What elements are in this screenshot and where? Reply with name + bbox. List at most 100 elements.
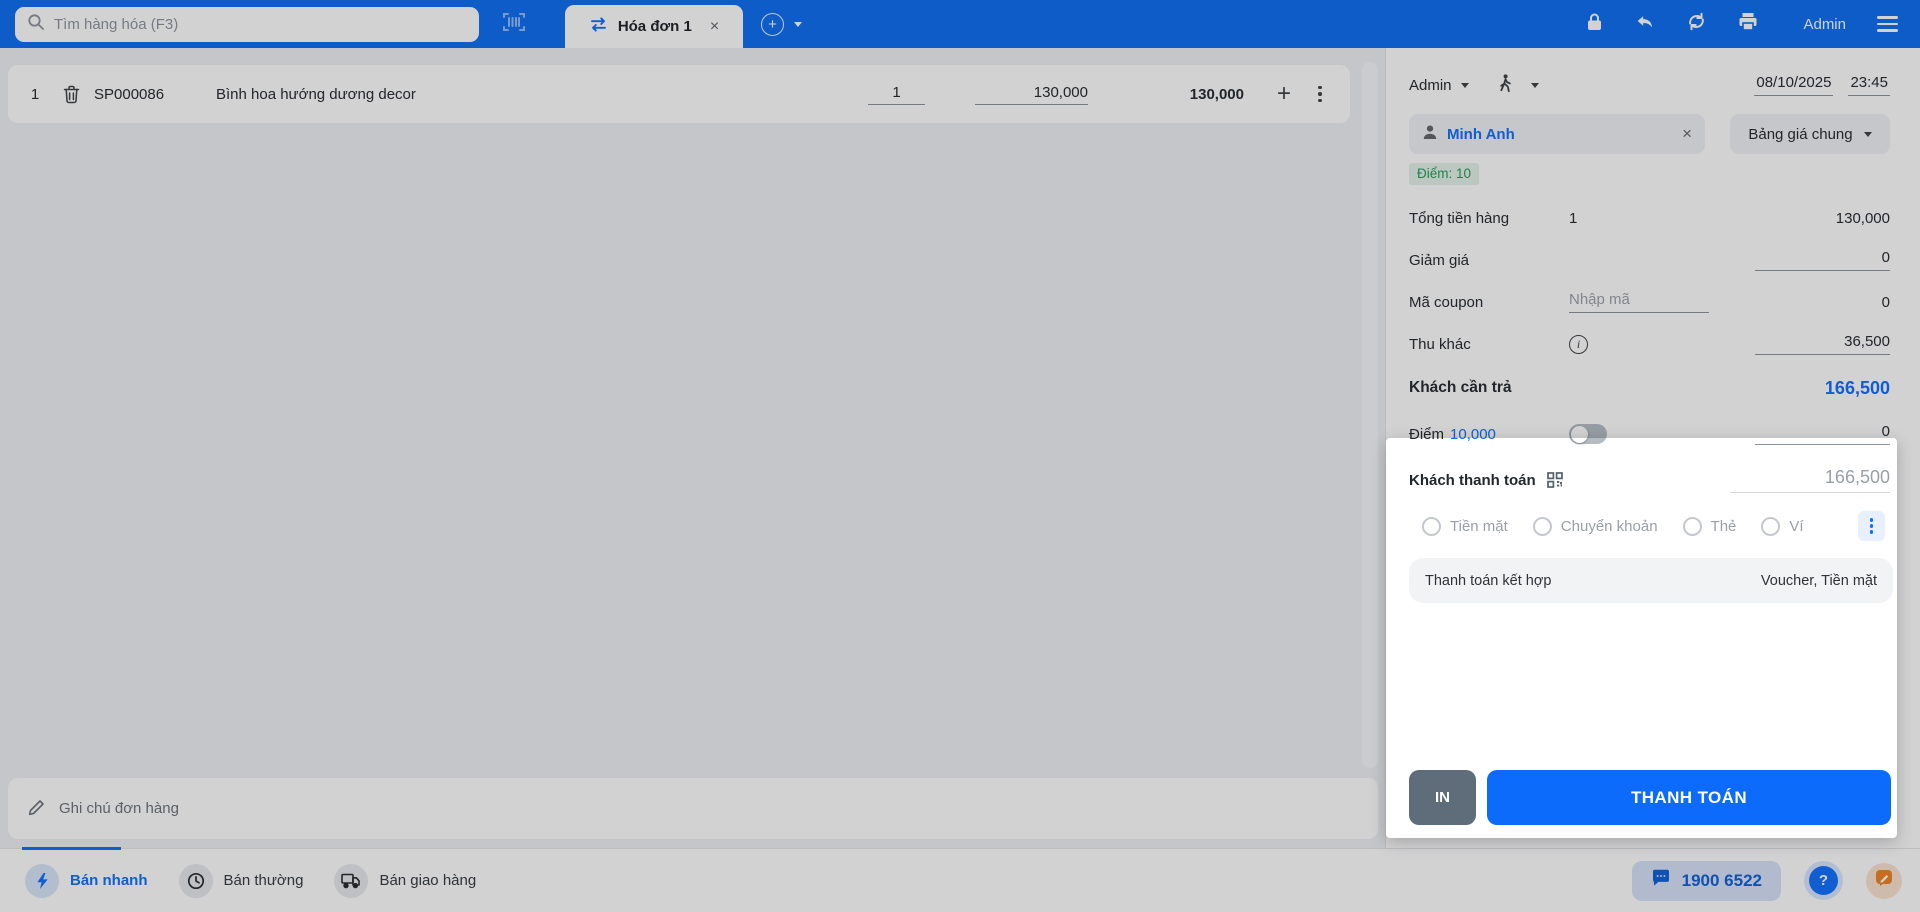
line-total: 130,000 [1189, 85, 1244, 103]
chevron-down-icon [1460, 82, 1469, 88]
feedback-pencil-icon [1874, 868, 1894, 893]
points-available: 10,000 [1450, 425, 1496, 443]
tab-label: Bán giao hàng [379, 872, 477, 889]
order-note-input[interactable]: Ghi chú đơn hàng [8, 778, 1378, 839]
tab-label: Hóa đơn 1 [617, 18, 692, 35]
menu-icon[interactable] [1877, 16, 1898, 32]
pay-button[interactable]: THANH TOÁN [1487, 770, 1891, 825]
search-icon [27, 13, 45, 36]
customer-pays-input[interactable]: 166,500 [1730, 467, 1890, 493]
payment-method-label[interactable]: Chuyển khoản [1561, 518, 1658, 535]
price-book-label: Bảng giá chung [1748, 125, 1853, 143]
order-time-input[interactable]: 23:45 [1848, 74, 1890, 96]
product-search-input[interactable]: Tìm hàng hóa (F3) [15, 6, 479, 42]
quantity-input[interactable]: 1 [868, 84, 925, 105]
feedback-button[interactable] [1866, 862, 1902, 899]
customer-pays-label: Khách thanh toán [1409, 471, 1536, 489]
person-icon [1422, 124, 1438, 144]
product-name: Bình hoa hướng dương decor [216, 85, 416, 103]
pencil-icon [28, 798, 46, 820]
amount-due-value: 166,500 [1824, 377, 1890, 398]
tab-label: Bán thường [223, 872, 304, 889]
lightning-icon [25, 863, 59, 898]
help-button[interactable]: ? [1809, 866, 1838, 895]
top-bar: Tìm hàng hóa (F3) Hóa đơn 1 × + Admin [0, 0, 1920, 48]
row-more-icon[interactable] [1310, 85, 1330, 103]
print-button[interactable]: IN [1409, 770, 1476, 825]
add-line-icon[interactable]: + [1270, 80, 1298, 108]
barcode-scan-button[interactable] [501, 10, 527, 39]
undo-icon[interactable] [1635, 13, 1655, 35]
payment-method-wallet[interactable]: Ví [1761, 516, 1804, 536]
print-icon[interactable] [1738, 12, 1758, 36]
subtotal-value: 130,000 [1835, 209, 1890, 227]
coupon-label: Mã coupon [1409, 293, 1484, 311]
sync-icon[interactable] [1686, 12, 1707, 36]
hotline-button[interactable]: 1900 6522 [1631, 860, 1781, 901]
discount-input[interactable]: 0 [1755, 249, 1890, 271]
combined-payment-value: Voucher, Tiền mặt [1760, 572, 1877, 589]
topbar-user-menu[interactable]: Admin [1803, 16, 1846, 33]
swap-arrows-icon[interactable] [589, 16, 608, 38]
chevron-down-icon [1530, 82, 1539, 88]
order-summary-panel: Admin 08/10/2025 23:45 Minh Anh × Bảng g… [1386, 48, 1920, 848]
tab-normal-sale[interactable]: Bán thường [178, 863, 304, 898]
info-icon[interactable]: i [1569, 334, 1588, 354]
row-index: 1 [30, 85, 40, 103]
radio-icon[interactable] [1532, 516, 1552, 536]
payment-method-label[interactable]: Ví [1789, 518, 1803, 535]
customer-points-badge: Điểm: 10 [1409, 163, 1480, 185]
customer-chip[interactable]: Minh Anh × [1409, 114, 1705, 154]
order-date-input[interactable]: 08/10/2025 [1754, 74, 1834, 96]
sale-channel-dropdown[interactable] [1497, 73, 1539, 97]
cart-row: 1 SP000086 Bình hoa hướng dương decor 1 … [8, 65, 1350, 123]
radio-icon[interactable] [1422, 516, 1441, 536]
coupon-value: 0 [1881, 293, 1890, 311]
payment-method-cash[interactable]: Tiền mặt [1422, 516, 1508, 536]
tab-quick-sale[interactable]: Bán nhanh [25, 863, 148, 898]
cart-scrollbar[interactable] [1362, 62, 1378, 768]
walking-person-icon [1497, 73, 1513, 97]
combined-payment-label: Thanh toán kết hợp [1425, 572, 1552, 589]
new-tab-button[interactable]: + [761, 12, 784, 36]
cart-area: 1 SP000086 Bình hoa hướng dương decor 1 … [0, 48, 1386, 848]
subtotal-qty: 1 [1569, 209, 1578, 227]
chevron-down-icon [1863, 131, 1872, 137]
note-placeholder: Ghi chú đơn hàng [59, 800, 179, 817]
tab-invoice-1[interactable]: Hóa đơn 1 × [565, 5, 743, 48]
hotline-number: 1900 6522 [1681, 870, 1762, 890]
remove-customer-icon[interactable]: × [1682, 124, 1692, 144]
tab-label: Bán nhanh [70, 872, 148, 889]
more-payment-methods-icon[interactable] [1858, 511, 1885, 541]
lock-icon[interactable] [1585, 12, 1604, 37]
combined-payment-row[interactable]: Thanh toán kết hợp Voucher, Tiền mặt [1409, 558, 1893, 603]
other-fees-label: Thu khác [1409, 335, 1471, 353]
trash-icon[interactable] [48, 85, 94, 104]
clock-icon [178, 863, 213, 898]
tab-delivery-sale[interactable]: Bán giao hàng [334, 863, 477, 898]
price-book-dropdown[interactable]: Bảng giá chung [1730, 114, 1890, 154]
points-label: Điểm [1409, 425, 1445, 443]
customer-name[interactable]: Minh Anh [1447, 126, 1515, 143]
qr-code-icon[interactable] [1546, 472, 1563, 488]
seller-label: Admin [1409, 76, 1452, 94]
points-input[interactable]: 0 [1755, 423, 1890, 445]
radio-icon[interactable] [1761, 516, 1781, 536]
active-tab-indicator [22, 847, 121, 850]
payment-method-card[interactable]: Thẻ [1682, 516, 1737, 536]
coupon-input[interactable]: Nhập mã [1569, 291, 1709, 313]
new-tab-dropdown-icon[interactable] [794, 21, 802, 27]
payment-method-label[interactable]: Thẻ [1711, 518, 1737, 535]
payment-method-transfer[interactable]: Chuyển khoản [1532, 516, 1658, 536]
other-fees-input[interactable]: 36,500 [1755, 333, 1890, 355]
price-input[interactable]: 130,000 [975, 84, 1088, 105]
amount-due-label: Khách cần trả [1409, 379, 1512, 396]
truck-icon [334, 863, 369, 898]
bottom-bar: Bán nhanh Bán thường Bán giao hàng 1900 … [0, 847, 1920, 912]
radio-icon[interactable] [1682, 516, 1702, 536]
payment-method-label[interactable]: Tiền mặt [1450, 518, 1508, 535]
tab-close-icon[interactable]: × [710, 18, 719, 36]
points-toggle[interactable] [1569, 424, 1607, 444]
seller-dropdown[interactable]: Admin [1409, 77, 1469, 94]
product-code: SP000086 [94, 85, 165, 103]
